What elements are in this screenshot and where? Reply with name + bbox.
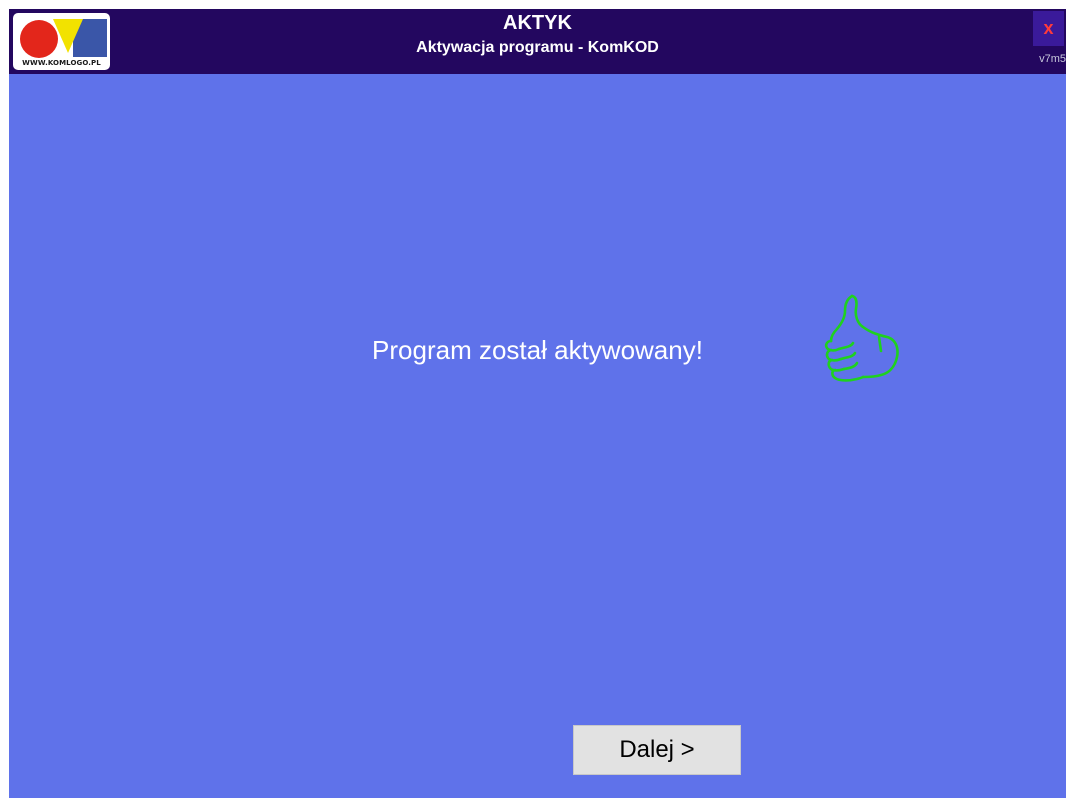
app-title: AKTYK (503, 12, 572, 34)
activation-window: WWW.KOMLOGO.PL AKTYK Aktywacja programu … (9, 9, 1066, 798)
next-button[interactable]: Dalej > (573, 725, 741, 775)
version-label: v7m5 (1039, 53, 1066, 65)
thumbs-up-icon (824, 294, 899, 382)
activation-message: Program został aktywowany! (9, 335, 1066, 366)
activation-message-text: Program został aktywowany! (372, 335, 703, 365)
app-subtitle: Aktywacja programu - KomKOD (416, 39, 659, 56)
title-bar: WWW.KOMLOGO.PL AKTYK Aktywacja programu … (9, 9, 1066, 74)
close-button[interactable]: x (1033, 11, 1064, 46)
logo-text: WWW.KOMLOGO.PL (22, 59, 101, 67)
